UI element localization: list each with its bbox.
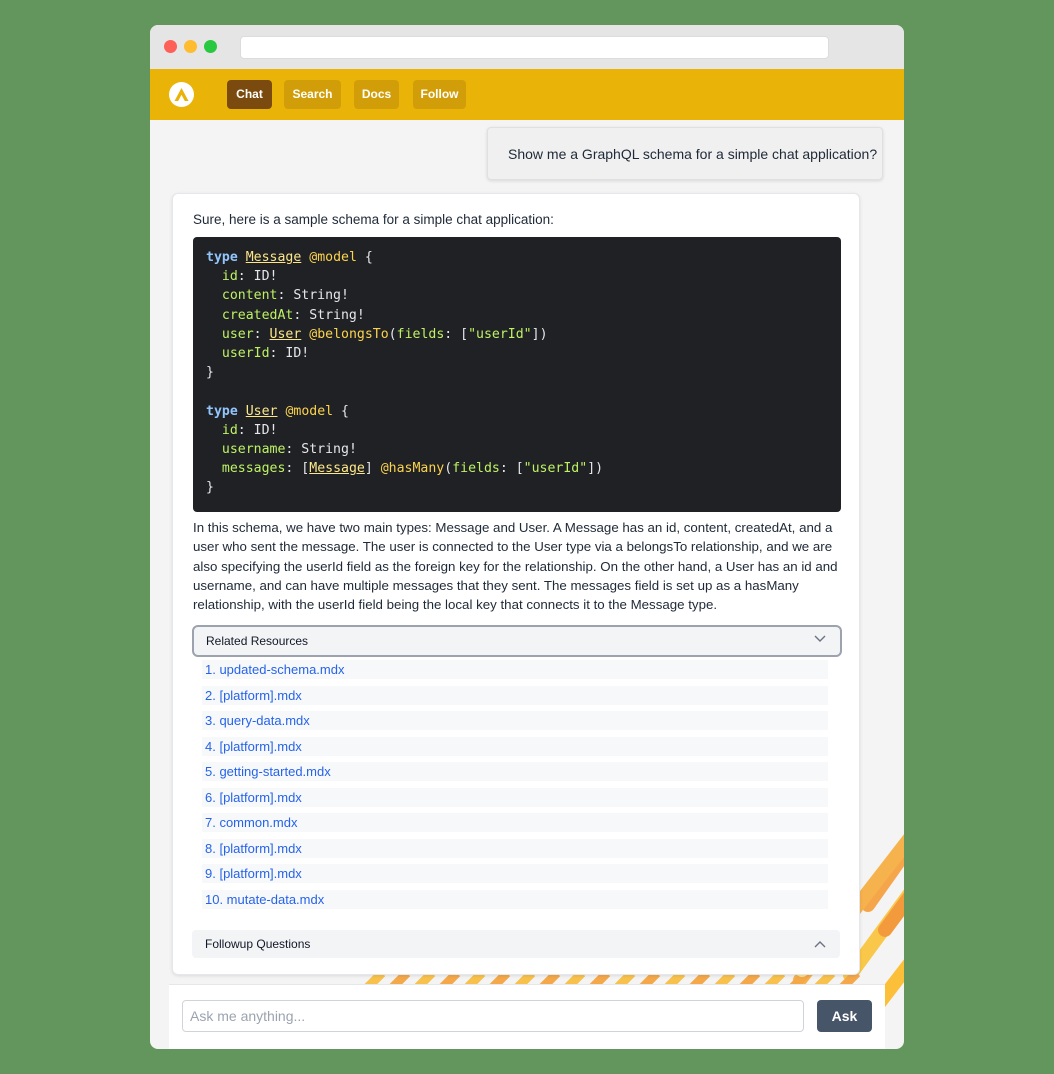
related-resource-link[interactable]: 4. [platform].mdx — [202, 736, 828, 756]
related-resources-list: 1. updated-schema.mdx 2. [platform].mdx … — [202, 660, 828, 915]
related-resource-link[interactable]: 6. [platform].mdx — [202, 787, 828, 807]
related-resource-link[interactable]: 5. getting-started.mdx — [202, 762, 828, 781]
answer-explanation-text: In this schema, we have two main types: … — [193, 520, 838, 613]
graphql-code-block: type Message @model { id: ID! content: S… — [193, 237, 841, 512]
followup-questions-title: Followup Questions — [205, 937, 311, 951]
related-resource-link[interactable]: 10. mutate-data.mdx — [202, 889, 828, 909]
related-resource-link[interactable]: 1. updated-schema.mdx — [202, 660, 828, 679]
related-resource-link[interactable]: 3. query-data.mdx — [202, 711, 828, 730]
related-resource-link[interactable]: 2. [platform].mdx — [202, 685, 828, 705]
ask-button[interactable]: Ask — [817, 1000, 872, 1032]
chevron-up-icon — [814, 941, 826, 948]
related-resource-link[interactable]: 8. [platform].mdx — [202, 838, 828, 858]
related-resources-toggle[interactable]: Related Resources — [192, 625, 842, 657]
browser-window: Chat Search Docs Follow Show me a GraphQ… — [150, 25, 904, 1049]
related-resource-link[interactable]: 7. common.mdx — [202, 813, 828, 832]
user-question-bubble: Show me a GraphQL schema for a simple ch… — [487, 127, 883, 180]
followup-questions-toggle[interactable]: Followup Questions — [192, 930, 840, 958]
assistant-answer-card: Sure, here is a sample schema for a simp… — [172, 193, 860, 975]
answer-intro-text: Sure, here is a sample schema for a simp… — [193, 212, 554, 227]
chat-input-bar: Ask — [169, 984, 885, 1049]
ask-input[interactable] — [182, 1000, 804, 1032]
related-resources-title: Related Resources — [206, 634, 309, 648]
related-resource-link[interactable]: 9. [platform].mdx — [202, 864, 828, 883]
chevron-down-icon — [814, 635, 826, 642]
